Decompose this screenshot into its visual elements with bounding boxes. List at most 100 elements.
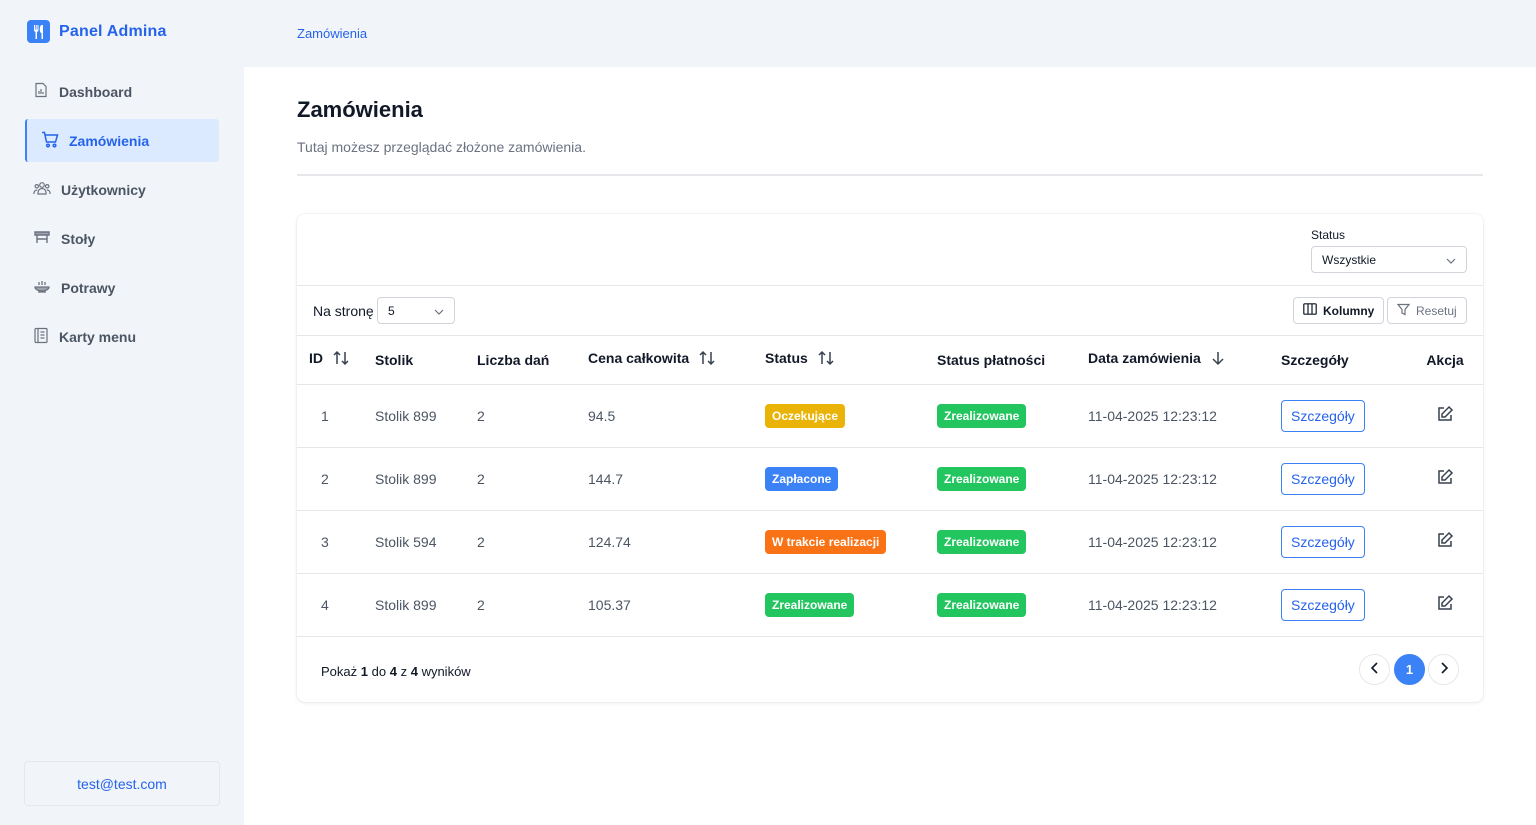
payment-status-badge: Zrealizowane [937, 466, 1027, 491]
cell-status: Oczekujące [765, 384, 937, 448]
sidebar-item-label: Stoły [61, 230, 96, 247]
sidebar-item-users[interactable]: Użytkownicy [25, 168, 219, 211]
pagination-next-button[interactable] [1428, 654, 1459, 685]
cell-payment-status: Zrealizowane [937, 573, 1088, 637]
column-header-id[interactable]: ID [297, 336, 375, 385]
user-email[interactable]: test@test.com [24, 761, 220, 806]
payment-status-badge: Zrealizowane [937, 529, 1027, 554]
sort-icon [332, 350, 350, 369]
table-row: 3 Stolik 594 2 124.74 W trakcie realizacji Zr… [297, 510, 1483, 574]
chevron-down-icon [1446, 253, 1456, 267]
details-button[interactable]: Szczegóły [1281, 462, 1365, 495]
edit-icon[interactable] [1436, 468, 1454, 486]
cell-payment-status: Zrealizowane [937, 447, 1088, 511]
cell-order-date: 11-04-2025 12:23:12 [1088, 384, 1281, 448]
cell-action [1407, 447, 1483, 511]
column-header-status[interactable]: Status [765, 336, 937, 385]
results-total: 4 [410, 664, 418, 679]
table-footer: Pokaż 1 do 4 z 4 wyników 1 [297, 638, 1483, 702]
column-header-payment-status[interactable]: Status płatności [937, 336, 1088, 385]
cell-order-date: 11-04-2025 12:23:12 [1088, 510, 1281, 574]
cell-details: Szczegóły [1281, 447, 1407, 511]
details-button[interactable]: Szczegóły [1281, 399, 1365, 432]
cell-details: Szczegóły [1281, 573, 1407, 637]
status-badge: W trakcie realizacji [765, 529, 887, 554]
sidebar-item-dishes[interactable]: Potrawy [25, 266, 219, 309]
column-header-dishes[interactable]: Liczba dań [477, 336, 588, 385]
column-header-table[interactable]: Stolik [375, 336, 477, 385]
pagination-prev-button[interactable] [1359, 654, 1390, 685]
cell-action [1407, 573, 1483, 637]
sidebar-item-orders[interactable]: Zamówienia [25, 119, 219, 162]
sidebar-item-dashboard[interactable]: Dashboard [25, 70, 219, 113]
status-badge: Oczekujące [765, 403, 846, 428]
edit-icon[interactable] [1436, 405, 1454, 423]
cell-payment-status: Zrealizowane [937, 510, 1088, 574]
sidebar-item-label: Karty menu [59, 328, 137, 345]
table-row: 2 Stolik 899 2 144.7 Zapłacone Zrealizowane 11… [297, 447, 1483, 511]
sidebar-item-label: Zamówienia [69, 132, 150, 149]
per-page-value: 5 [388, 303, 395, 318]
cell-dishes: 2 [477, 510, 588, 574]
cell-id: 1 [297, 384, 375, 448]
cell-id: 4 [297, 573, 375, 637]
users-icon [33, 180, 51, 199]
cell-details: Szczegóły [1281, 384, 1407, 448]
columns-button[interactable]: Kolumny [1293, 297, 1385, 324]
status-badge: Zrealizowane [765, 592, 855, 617]
app-title: Panel Admina [59, 22, 167, 40]
column-header-total[interactable]: Cena całkowita [588, 336, 765, 385]
results-prefix: Pokaż [321, 664, 358, 679]
sort-desc-icon [1210, 350, 1226, 369]
table-row: 1 Stolik 899 2 94.5 Oczekujące Zrealizowane 11… [297, 384, 1483, 448]
cell-status: Zrealizowane [765, 573, 937, 637]
sidebar-item-label: Dashboard [59, 83, 133, 100]
column-header-label: Stolik [375, 351, 414, 368]
edit-icon[interactable] [1436, 531, 1454, 549]
results-from: 1 [360, 664, 368, 679]
column-header-label: ID [309, 350, 323, 367]
sidebar-item-label: Potrawy [61, 279, 116, 296]
cutlery-icon [27, 20, 50, 43]
brand[interactable]: Panel Admina [27, 20, 167, 43]
status-filter-select[interactable]: Wszystkie [1311, 246, 1467, 273]
orders-table: ID Stolik Liczba dań Cena całkowita Stat… [297, 336, 1483, 637]
sidebar-item-tables[interactable]: Stoły [25, 217, 219, 260]
cell-table: Stolik 899 [375, 573, 477, 637]
table-toolbar: Na stronę 5 Kolumny Resetuj [297, 286, 1483, 336]
payment-status-badge: Zrealizowane [937, 592, 1027, 617]
column-header-label: Liczba dań [477, 351, 550, 368]
reset-button[interactable]: Resetuj [1387, 297, 1467, 324]
cell-table: Stolik 899 [375, 447, 477, 511]
sidebar-nav: Dashboard Zamówienia Użytkownicy Stoły P… [25, 70, 219, 364]
details-button[interactable]: Szczegóły [1281, 525, 1365, 558]
cell-status: Zapłacone [765, 447, 937, 511]
column-header-label: Status [765, 350, 808, 367]
edit-icon[interactable] [1436, 594, 1454, 612]
per-page-select[interactable]: 5 [377, 297, 455, 324]
sidebar-item-menu-cards[interactable]: Karty menu [25, 315, 219, 358]
breadcrumb[interactable]: Zamówienia [297, 26, 367, 41]
results-to-word: do [371, 664, 387, 679]
cell-id: 2 [297, 447, 375, 511]
column-header-order-date[interactable]: Data zamówienia [1088, 336, 1281, 385]
cart-icon [41, 131, 59, 151]
per-page-label: Na stronę [313, 303, 374, 319]
dish-icon [33, 278, 51, 297]
filter-icon [1396, 303, 1411, 319]
cell-total: 94.5 [588, 384, 765, 448]
results-to: 4 [389, 664, 397, 679]
pagination-page-button[interactable]: 1 [1394, 654, 1425, 685]
results-summary: Pokaż 1 do 4 z 4 wyników [321, 664, 471, 679]
table-header-row: ID Stolik Liczba dań Cena całkowita Stat… [297, 336, 1483, 385]
status-badge: Zapłacone [765, 466, 839, 491]
column-header-label: Akcja [1426, 351, 1464, 368]
sort-icon [698, 350, 716, 369]
cell-table: Stolik 899 [375, 384, 477, 448]
details-button[interactable]: Szczegóły [1281, 588, 1365, 621]
cell-total: 144.7 [588, 447, 765, 511]
column-header-label: Status płatności [937, 351, 1046, 368]
page-subtitle: Tutaj możesz przeglądać złożone zamówien… [297, 139, 586, 155]
column-header-label: Cena całkowita [588, 350, 690, 367]
menu-card-icon [33, 327, 49, 347]
